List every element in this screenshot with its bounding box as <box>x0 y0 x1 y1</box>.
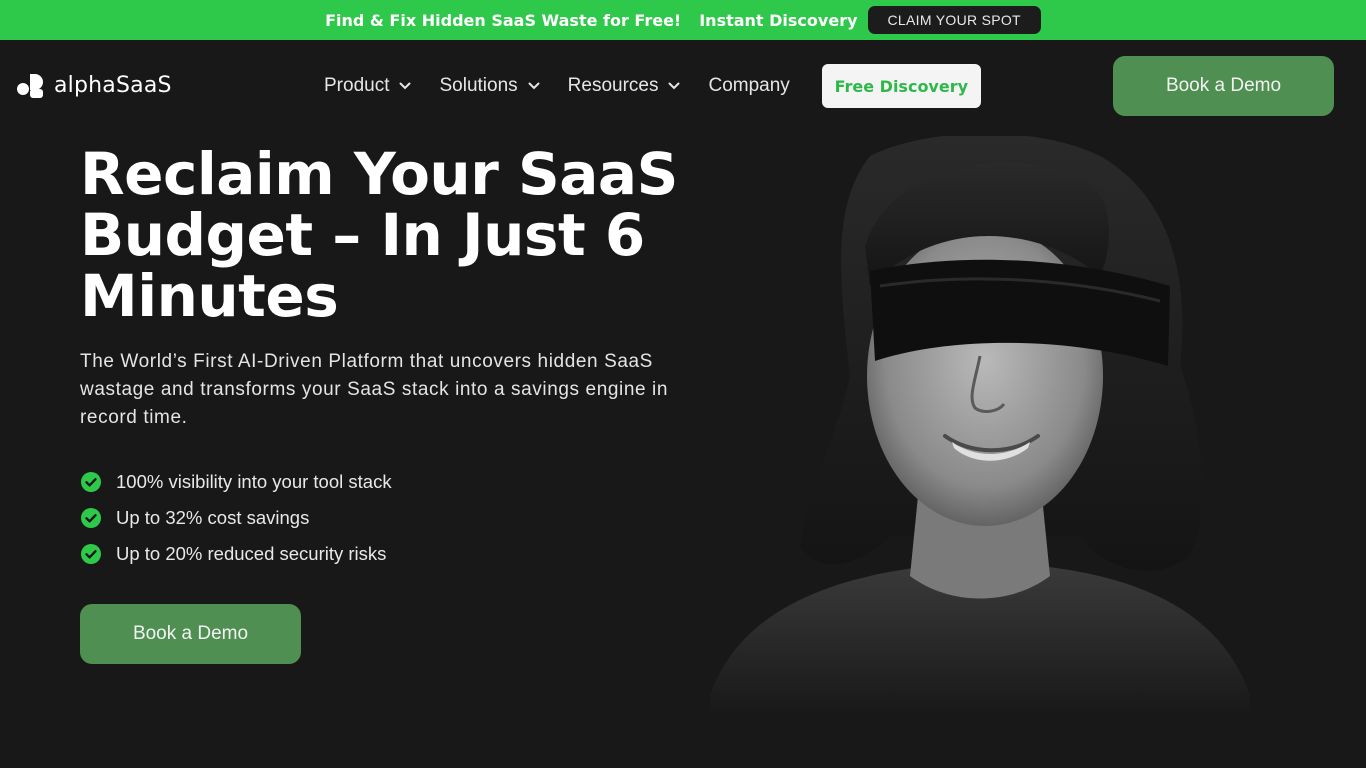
promo-headline: Find & Fix Hidden SaaS Waste for Free! <box>325 10 682 30</box>
benefit-list: 100% visibility into your tool stack Up … <box>80 464 392 572</box>
benefit-text: Up to 32% cost savings <box>116 507 310 528</box>
book-demo-nav-button[interactable]: Book a Demo <box>1113 56 1334 116</box>
list-item: Up to 32% cost savings <box>80 500 392 536</box>
nav-menu: Product Solutions Resources Company Free… <box>324 64 981 108</box>
chevron-down-icon <box>399 82 411 90</box>
chevron-down-icon <box>668 82 680 90</box>
logo[interactable]: alphaSaaS <box>16 71 172 99</box>
nav-item-resources[interactable]: Resources <box>568 75 681 97</box>
nav-item-solutions[interactable]: Solutions <box>439 75 540 97</box>
free-discovery-button[interactable]: Free Discovery <box>821 64 981 108</box>
hero-portrait-image <box>710 136 1250 716</box>
logo-icon <box>17 74 43 98</box>
nav-item-product[interactable]: Product <box>324 75 411 97</box>
nav-item-label: Product <box>324 75 390 96</box>
claim-spot-button[interactable]: CLAIM YOUR SPOT <box>867 6 1041 34</box>
nav-item-label: Company <box>708 75 790 96</box>
check-circle-icon <box>81 508 101 528</box>
nav-item-label: Resources <box>567 75 659 96</box>
check-circle-icon <box>81 544 101 564</box>
nav-item-company[interactable]: Company <box>708 75 789 97</box>
list-item: 100% visibility into your tool stack <box>80 464 392 500</box>
nav-item-label: Solutions <box>439 75 518 96</box>
logo-text: alphaSaaS <box>54 72 172 98</box>
hero-title: Reclaim Your SaaS Budget – In Just 6 Min… <box>80 140 678 330</box>
benefit-text: 100% visibility into your tool stack <box>116 471 392 492</box>
promo-tagline: Instant Discovery <box>699 10 858 30</box>
list-item: Up to 20% reduced security risks <box>80 536 392 572</box>
check-circle-icon <box>81 472 101 492</box>
hero-subtitle: The World’s First AI-Driven Platform tha… <box>80 351 669 428</box>
promo-bar: Find & Fix Hidden SaaS Waste for Free! I… <box>0 0 1366 40</box>
chevron-down-icon <box>528 82 540 90</box>
main-nav: alphaSaaS Product Solutions Resources Co… <box>0 40 1366 136</box>
book-demo-hero-button[interactable]: Book a Demo <box>80 604 301 664</box>
benefit-text: Up to 20% reduced security risks <box>116 543 387 564</box>
